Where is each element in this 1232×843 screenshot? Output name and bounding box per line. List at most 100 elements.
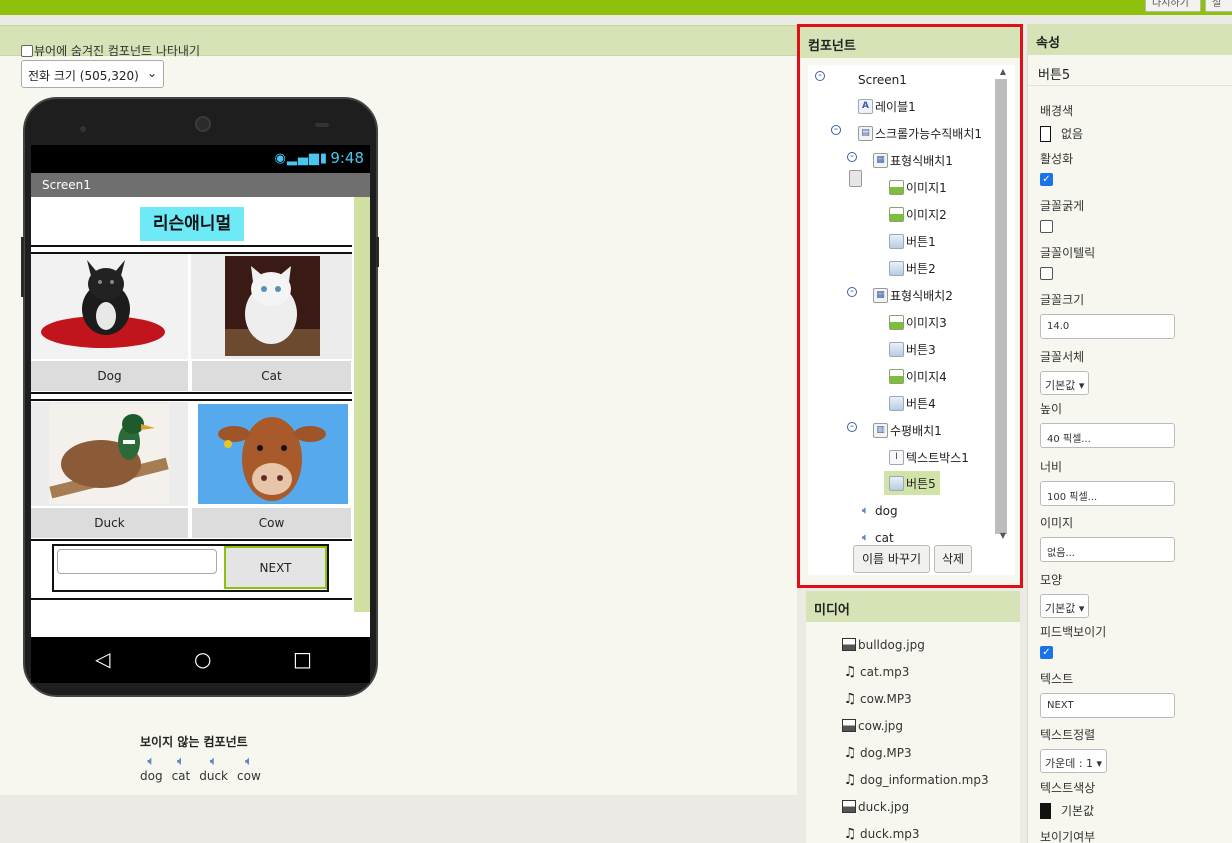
- bold-checkbox[interactable]: [1040, 220, 1053, 233]
- nonvisible-components-title: 보이지 않는 컴포넌트: [140, 735, 248, 749]
- tree-node-button2[interactable]: 버튼2: [889, 256, 940, 280]
- collapse-toggle-icon[interactable]: -: [847, 420, 857, 432]
- duck-image[interactable]: [31, 402, 188, 506]
- media-file-name: dog.MP3: [860, 745, 912, 760]
- enabled-checkbox[interactable]: ✓: [1040, 173, 1053, 186]
- image-icon: [889, 314, 904, 330]
- show-hidden-label: 뷰어에 숨겨진 컴포넌트 나타내기: [34, 44, 201, 58]
- checkbox-box[interactable]: [21, 44, 33, 57]
- media-item[interactable]: duck.jpg: [842, 793, 989, 820]
- tree-node-screen1[interactable]: Screen1: [843, 68, 911, 187]
- feedback-checkbox[interactable]: ✓: [1040, 646, 1053, 659]
- media-file-name: cow.MP3: [860, 691, 912, 706]
- media-item[interactable]: ♫ cat.mp3: [842, 658, 989, 685]
- tree-node-horizontal-arrangement1[interactable]: ▥ 수평배치1: [873, 418, 946, 442]
- button-icon: [889, 233, 904, 249]
- collapse-toggle-icon[interactable]: -: [847, 150, 857, 162]
- back-icon[interactable]: ◁: [95, 647, 110, 671]
- cow-image[interactable]: [198, 404, 348, 504]
- tree-node-textbox1[interactable]: I 텍스트박스1: [889, 445, 973, 469]
- scroll-up-icon[interactable]: ▲: [1000, 67, 1006, 76]
- tree-node-image4[interactable]: 이미지4: [889, 364, 951, 388]
- text-color-picker[interactable]: 기본값: [1040, 802, 1095, 819]
- nonvisible-components-list: 🔈︎ dog 🔈︎ cat 🔈︎ duck 🔈︎ cow: [140, 754, 261, 784]
- tree-node-label1[interactable]: A 레이블1: [858, 94, 920, 118]
- duck-button[interactable]: Duck: [31, 508, 188, 538]
- delete-button[interactable]: 삭제: [934, 545, 972, 573]
- tree-node-button1[interactable]: 버튼1: [889, 229, 940, 253]
- prop-label: 너비: [1040, 460, 1063, 474]
- text-input[interactable]: NEXT: [1040, 693, 1175, 718]
- phone-size-select[interactable]: 전화 크기 (505,320) ⌄: [21, 60, 164, 88]
- divider: [31, 245, 352, 247]
- phone-size-value: 전화 크기 (505,320): [28, 69, 139, 83]
- italic-checkbox[interactable]: [1040, 267, 1053, 280]
- height-input[interactable]: 40 픽셀...: [1040, 423, 1175, 448]
- next-button[interactable]: NEXT: [224, 546, 327, 589]
- cat-image[interactable]: [191, 254, 352, 359]
- media-item[interactable]: cow.jpg: [842, 712, 989, 739]
- nonvisible-item[interactable]: 🔈︎ cow: [237, 755, 261, 784]
- collapse-toggle-icon[interactable]: -: [847, 285, 857, 297]
- media-item[interactable]: ♫ dog.MP3: [842, 739, 989, 766]
- nonvisible-item[interactable]: 🔈︎ duck: [199, 754, 228, 784]
- camera-icon: [80, 126, 86, 132]
- recents-icon[interactable]: □: [293, 647, 312, 671]
- music-icon: ♫: [843, 744, 857, 761]
- collapse-toggle-icon[interactable]: -: [831, 123, 841, 135]
- image-input[interactable]: 없음...: [1040, 537, 1175, 562]
- tree-node-vertical-scroll-arrangement1[interactable]: ▤ 스크롤가능수직배치1: [858, 121, 986, 145]
- tree-node-label: 버튼3: [906, 342, 936, 357]
- width-input[interactable]: 100 픽셀...: [1040, 481, 1175, 506]
- tree-node-image3[interactable]: 이미지3: [889, 310, 951, 334]
- shape-dropdown[interactable]: 기본값 ▾: [1040, 594, 1090, 618]
- top-toolbar: 다시하기 설: [0, 0, 1232, 15]
- font-size-input[interactable]: 14.0: [1040, 314, 1175, 339]
- bg-color-picker[interactable]: 없음: [1040, 125, 1083, 142]
- font-typeface-dropdown[interactable]: 기본값 ▾: [1040, 371, 1090, 395]
- vertical-arrangement-icon: ▤: [858, 125, 873, 141]
- sensor-icon: [315, 123, 329, 127]
- tree-node-button4[interactable]: 버튼4: [889, 391, 940, 415]
- collapse-toggle-icon[interactable]: -: [815, 69, 825, 81]
- tree-scrollbar[interactable]: [995, 79, 1007, 534]
- dog-image[interactable]: [31, 254, 188, 359]
- textbox-icon: I: [889, 449, 904, 465]
- prop-width: 너비 100 픽셀...: [1040, 458, 1175, 506]
- media-item[interactable]: ♫ dog_information.mp3: [842, 766, 989, 793]
- media-item[interactable]: bulldog.jpg: [842, 631, 989, 658]
- refresh-button[interactable]: 다시하기: [1145, 0, 1201, 12]
- cow-button[interactable]: Cow: [192, 508, 351, 538]
- tree-node-label: 버튼5: [906, 476, 936, 491]
- picture-icon: [842, 638, 856, 651]
- cat-button[interactable]: Cat: [192, 361, 351, 391]
- tree-node-image1[interactable]: 이미지1: [889, 175, 951, 199]
- tree-node-label: Screen1: [858, 73, 907, 87]
- media-item[interactable]: ♫ cow.MP3: [842, 685, 989, 712]
- scroll-down-icon[interactable]: ▼: [1000, 531, 1006, 540]
- show-hidden-components-checkbox[interactable]: 뷰어에 숨겨진 컴포넌트 나타내기: [21, 42, 200, 59]
- dog-button[interactable]: Dog: [31, 361, 188, 391]
- tree-node-image2[interactable]: 이미지2: [889, 202, 951, 226]
- tree-node-button3[interactable]: 버튼3: [889, 337, 940, 361]
- tree-node-table-arrangement2[interactable]: ▦ 표형식배치2: [873, 283, 957, 307]
- tree-node-button5[interactable]: 버튼5: [884, 471, 940, 495]
- rename-button[interactable]: 이름 바꾸기: [853, 545, 930, 573]
- app-title-label[interactable]: 리슨애니멀: [140, 207, 244, 241]
- tree-node-dog-sound[interactable]: 🔈︎ dog: [858, 499, 902, 523]
- tree-node-table-arrangement1[interactable]: ▦ 표형식배치1: [873, 148, 957, 172]
- nonvisible-item[interactable]: 🔈︎ cat: [172, 755, 191, 784]
- sound-icon: 🔈︎: [209, 754, 218, 769]
- text-alignment-dropdown[interactable]: 가운데 : 1 ▾: [1040, 749, 1108, 773]
- phone-status-bar: ◉▂▄▆▮ 9:48: [31, 145, 370, 173]
- prop-font-bold: 글꼴굵게: [1040, 197, 1084, 233]
- home-icon[interactable]: ○: [194, 647, 211, 671]
- nonvisible-item[interactable]: 🔈︎ dog: [140, 755, 163, 784]
- music-icon: ♫: [843, 690, 857, 707]
- picture-icon: [842, 800, 856, 813]
- media-item[interactable]: ♫ duck.mp3: [842, 820, 989, 843]
- screen-scrollbar[interactable]: [354, 197, 370, 612]
- answer-textbox[interactable]: [57, 549, 217, 574]
- phone-side-key: [376, 237, 379, 267]
- setting-button[interactable]: 설: [1205, 0, 1232, 12]
